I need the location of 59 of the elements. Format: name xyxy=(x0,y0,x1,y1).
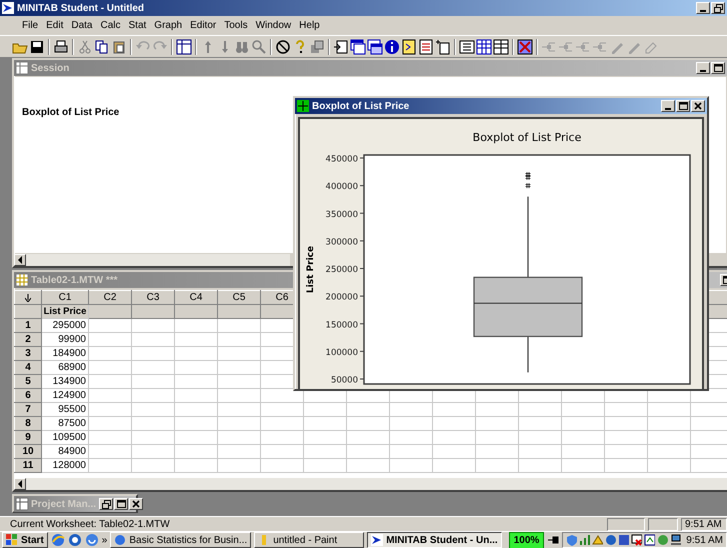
row-header[interactable]: 5 xyxy=(14,374,42,388)
y-tick: 100000 xyxy=(326,348,364,358)
menu-item[interactable]: Window xyxy=(252,18,296,33)
table-cell[interactable]: 99900 xyxy=(42,332,88,346)
menu-item[interactable]: Editor xyxy=(186,18,220,33)
row-header[interactable]: 1 xyxy=(14,318,42,332)
status-text: Current Worksheet: Table02-1.MTW xyxy=(10,518,170,532)
table-cell[interactable]: 68900 xyxy=(42,360,88,374)
taskbar-button[interactable]: untitled - Paint xyxy=(254,532,364,548)
clock: 9:51 AM xyxy=(686,534,723,548)
y-tick: 150000 xyxy=(326,320,364,330)
table-cell[interactable]: 184900 xyxy=(42,346,88,360)
menu-item[interactable]: Graph xyxy=(150,18,186,33)
row-header[interactable]: 3 xyxy=(14,346,42,360)
table-cell[interactable]: 84900 xyxy=(42,444,88,458)
row-header[interactable]: 10 xyxy=(14,444,42,458)
window-title: Session xyxy=(31,62,70,76)
row-header[interactable]: 8 xyxy=(14,416,42,430)
row-header[interactable]: 11 xyxy=(14,458,42,472)
table-cell[interactable]: 95500 xyxy=(42,402,88,416)
row-header[interactable]: 9 xyxy=(14,430,42,444)
window-title: MINITAB Student - Untitled xyxy=(17,2,144,16)
status-time: 9:51 AM xyxy=(681,518,727,530)
y-tick: 400000 xyxy=(326,182,364,192)
y-tick: 300000 xyxy=(326,237,364,248)
window-title: Table02-1.MTW *** xyxy=(31,274,118,288)
row-header[interactable]: 2 xyxy=(14,332,42,346)
y-tick: 200000 xyxy=(326,292,364,303)
menu-item[interactable]: Calc xyxy=(96,18,124,33)
chart-title: Boxplot of List Price xyxy=(472,131,582,144)
menu-item[interactable]: Tools xyxy=(220,18,252,33)
output-heading: Boxplot of List Price xyxy=(22,106,120,120)
y-tick: 250000 xyxy=(326,265,364,275)
table-cell[interactable]: 87500 xyxy=(42,416,88,430)
axis-label: List Price xyxy=(306,246,316,294)
row-header[interactable]: 7 xyxy=(14,402,42,416)
y-tick: 350000 xyxy=(326,210,364,220)
y-tick: 50000 xyxy=(330,376,364,386)
row-header[interactable]: 6 xyxy=(14,388,42,402)
table-cell[interactable]: 128000 xyxy=(42,458,88,472)
menu-item[interactable]: Stat xyxy=(124,18,150,33)
menu-item[interactable]: File xyxy=(18,18,42,33)
taskbar-button[interactable]: Basic Statistics for Busin... xyxy=(110,532,252,548)
y-tick: 450000 xyxy=(326,154,364,164)
table-cell[interactable]: 109500 xyxy=(42,430,88,444)
start-button[interactable]: Start xyxy=(2,532,48,548)
table-cell[interactable]: 134900 xyxy=(42,374,88,388)
table-cell[interactable]: 295000 xyxy=(42,318,88,332)
menu-item[interactable]: Edit xyxy=(42,18,68,33)
table-cell[interactable]: 124900 xyxy=(42,388,88,402)
menu-item[interactable]: Help xyxy=(295,18,324,33)
row-header[interactable]: 4 xyxy=(14,360,42,374)
zoom-indicator: 100% xyxy=(508,532,544,548)
menu-item[interactable]: Data xyxy=(67,18,96,33)
window-title: Project Man... xyxy=(31,498,96,512)
window-title: Boxplot of List Price xyxy=(312,100,410,114)
taskbar-button[interactable]: MINITAB Student - Un... xyxy=(367,532,502,548)
column-name[interactable]: List Price xyxy=(42,304,88,318)
overflow-chevron[interactable]: » xyxy=(102,532,108,548)
